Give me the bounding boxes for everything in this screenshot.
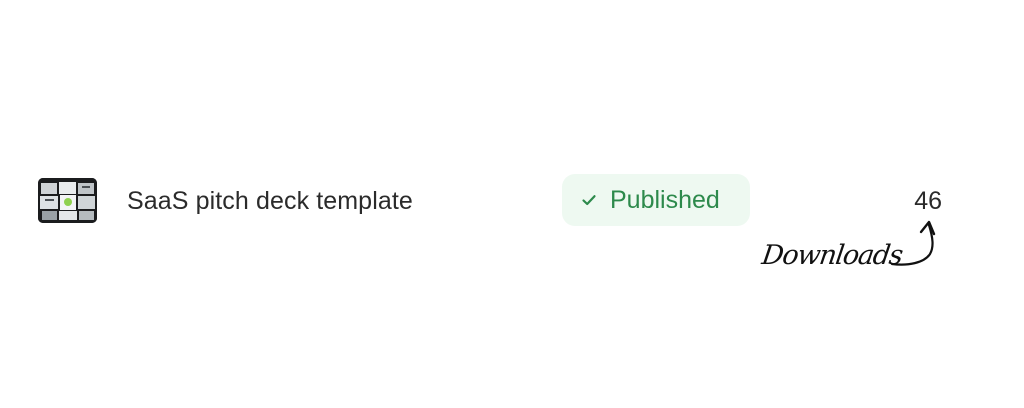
template-title[interactable]: SaaS pitch deck template [127, 186, 413, 216]
download-count: 46 [914, 187, 942, 215]
check-icon [582, 195, 596, 206]
downloads-annotation: Downloads [760, 216, 950, 276]
status-label: Published [610, 186, 720, 214]
curved-arrow-icon [890, 220, 936, 266]
status-badge: Published [562, 174, 750, 226]
annotation-label: Downloads [759, 240, 904, 271]
template-thumbnail [38, 178, 97, 223]
